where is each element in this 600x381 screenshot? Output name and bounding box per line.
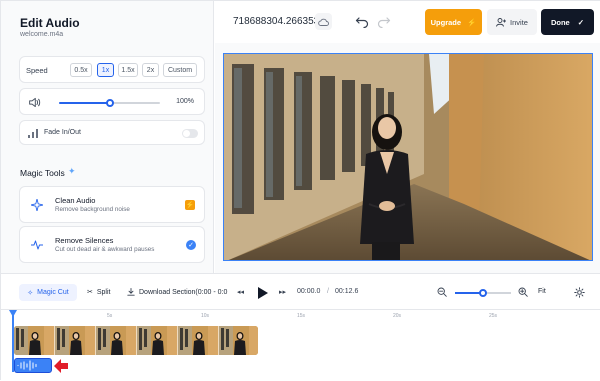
fade-toggle[interactable] [182, 129, 198, 138]
play-icon[interactable] [254, 285, 270, 301]
skip-forward-icon[interactable]: ▸▸ [279, 288, 286, 296]
fade-bars-icon [28, 129, 38, 138]
add-user-icon [496, 17, 507, 27]
file-name: welcome.m4a [20, 31, 64, 38]
magic-cut-icon: ✧ [27, 289, 34, 297]
video-frame-image [224, 54, 592, 260]
volume-card: 100% [19, 88, 205, 115]
fade-card: Fade In/Out [19, 120, 205, 145]
invite-label: Invite [510, 17, 528, 27]
bolt-icon: ⚡ [467, 17, 477, 27]
speed-option-2x[interactable]: 2x [142, 63, 159, 77]
tool-name: Clean Audio [55, 196, 96, 205]
upgrade-label: Upgrade [430, 17, 462, 27]
upgrade-button[interactable]: Upgrade ⚡ [425, 9, 482, 35]
fit-button[interactable]: Fit [538, 288, 546, 295]
clip-thumbnail [178, 326, 219, 355]
timeline-toolbar: ✧ Magic Cut ✂ Split Download Section(0:0… [1, 273, 600, 309]
done-label: Done [550, 17, 570, 27]
fade-label: Fade In/Out [44, 129, 81, 136]
waveform-icon [31, 240, 43, 250]
timeline-ruler: 5s 10s 15s 20s 25s [1, 310, 600, 322]
speed-label: Speed [26, 66, 48, 75]
panel-title: Edit Audio [20, 16, 80, 30]
video-preview[interactable] [223, 53, 593, 261]
volume-slider-handle[interactable] [105, 99, 114, 107]
magic-tools-title: Magic Tools [20, 168, 65, 178]
download-section-button[interactable]: Download Section(0:00 - 0:0 [127, 288, 234, 296]
timeline[interactable]: 5s 10s 15s 20s 25s [1, 309, 600, 381]
check-icon: ✓ [577, 17, 585, 27]
app-window: Edit Audio welcome.m4a Speed 0.5x 1x 1.5… [0, 0, 600, 381]
invite-button[interactable]: Invite [487, 9, 537, 35]
download-icon [127, 288, 135, 296]
tick-label: 5s [107, 313, 113, 319]
zoom-slider[interactable] [455, 289, 511, 297]
clip-thumbnail [55, 326, 96, 355]
gear-icon[interactable] [574, 287, 585, 298]
fade-toggle-knob [183, 130, 190, 137]
undo-icon[interactable] [355, 14, 369, 28]
done-button[interactable]: Done ✓ [541, 9, 594, 35]
video-clip-track[interactable] [14, 326, 258, 355]
split-button[interactable]: ✂ Split [87, 288, 111, 297]
volume-slider-fill [59, 102, 110, 104]
speed-option-1x[interactable]: 1x [97, 63, 114, 77]
audio-clip[interactable] [14, 358, 52, 373]
magic-cut-label: Magic Cut [37, 289, 69, 296]
tick-label: 10s [201, 313, 210, 319]
volume-value: 100% [176, 98, 194, 105]
remove-silences-card[interactable]: Remove Silences Cut out dead air & awkwa… [19, 226, 205, 263]
zoom-slider-handle[interactable] [479, 289, 487, 297]
clip-thumbnail [137, 326, 178, 355]
clean-audio-card[interactable]: Clean Audio Remove background noise ⚡ [19, 186, 205, 223]
top-bar: 718688304.266353 Upgrade ⚡ Invite Done ✓ [215, 1, 600, 43]
time-separator: / [327, 288, 329, 295]
magic-cut-button[interactable]: ✧ Magic Cut [19, 284, 77, 301]
current-time: 00:00.0 [297, 288, 321, 295]
cloud-icon [318, 18, 329, 26]
speed-option-0-5x[interactable]: 0.5x [70, 63, 92, 77]
tick-label: 25s [489, 313, 498, 319]
split-label: Split [96, 288, 111, 296]
volume-icon[interactable] [28, 96, 41, 109]
check-icon: ✓ [186, 240, 196, 250]
sparkle-icon [31, 199, 43, 211]
clip-thumbnail [14, 326, 55, 355]
clip-thumbnails [14, 326, 258, 355]
cloud-save-button[interactable] [315, 13, 332, 30]
tool-description: Cut out dead air & awkward pauses [55, 246, 155, 253]
sparkle-icon: ✦ [68, 166, 76, 176]
clip-thumbnail [96, 326, 137, 355]
clip-thumbnail [219, 326, 258, 355]
upgrade-bolt-icon: ⚡ [185, 200, 195, 210]
audio-waveform-icon [17, 360, 37, 371]
download-label: Download Section(0:00 - 0:0 [139, 288, 228, 296]
speed-card: Speed 0.5x 1x 1.5x 2x Custom [19, 56, 205, 83]
zoom-in-icon[interactable] [518, 287, 528, 297]
speed-option-custom[interactable]: Custom [163, 63, 197, 77]
speed-option-1-5x[interactable]: 1.5x [118, 63, 138, 77]
project-name[interactable]: 718688304.266353 [233, 16, 319, 27]
volume-slider[interactable] [59, 99, 160, 107]
tool-description: Remove background noise [55, 206, 130, 213]
redo-icon[interactable] [377, 14, 391, 28]
tick-label: 15s [297, 313, 306, 319]
skip-back-icon[interactable]: ◂◂ [237, 288, 244, 296]
tick-label: 20s [393, 313, 402, 319]
scissors-icon: ✂ [87, 289, 93, 296]
audio-settings-panel: Edit Audio welcome.m4a Speed 0.5x 1x 1.5… [1, 1, 214, 273]
annotation-arrow-icon [54, 359, 68, 373]
tool-name: Remove Silences [55, 236, 114, 245]
total-time: 00:12.6 [335, 288, 359, 295]
playhead[interactable] [12, 310, 14, 372]
zoom-out-icon[interactable] [437, 287, 447, 297]
